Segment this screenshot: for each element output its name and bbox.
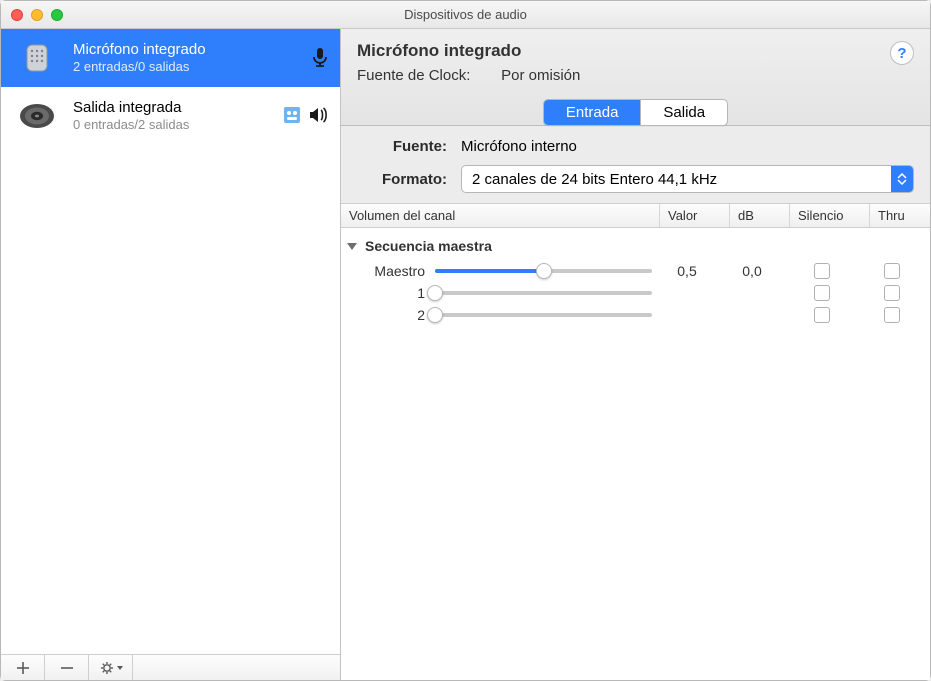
remove-device-button[interactable]: [45, 655, 89, 680]
channel-label: 1: [349, 285, 435, 301]
speaker-icon: [308, 106, 330, 127]
device-sidebar: Micrófono integrado 2 entradas/0 salidas: [1, 29, 341, 680]
add-device-button[interactable]: [1, 655, 45, 680]
tab-input[interactable]: Entrada: [544, 100, 642, 125]
device-item-label: Salida integrada: [73, 98, 268, 118]
device-item-sublabel: 2 entradas/0 salidas: [73, 59, 296, 76]
help-button[interactable]: ?: [890, 41, 914, 65]
channel-label: 2: [349, 307, 435, 323]
speaker-device-icon: [15, 96, 59, 136]
format-panel: Fuente: Micrófono interno Formato: 2 can…: [341, 126, 930, 203]
minimize-window-button[interactable]: [31, 9, 43, 21]
chevron-down-icon: [347, 243, 357, 250]
channel-db: 0,0: [722, 263, 782, 279]
device-item-sublabel: 0 entradas/2 salidas: [73, 117, 268, 134]
source-label: Fuente:: [357, 138, 447, 155]
maximize-window-button[interactable]: [51, 9, 63, 21]
close-window-button[interactable]: [11, 9, 23, 21]
system-icon: [282, 105, 302, 128]
col-header-channel[interactable]: Volumen del canal: [341, 204, 660, 227]
tab-output[interactable]: Salida: [641, 100, 727, 125]
thru-checkbox-master[interactable]: [884, 263, 900, 279]
format-select-value: 2 canales de 24 bits Entero 44,1 kHz: [472, 171, 717, 188]
device-list: Micrófono integrado 2 entradas/0 salidas: [1, 29, 340, 654]
mic-icon: [310, 46, 330, 71]
mute-checkbox-2[interactable]: [814, 307, 830, 323]
col-header-valor[interactable]: Valor: [660, 204, 730, 227]
device-name: Micrófono integrado: [357, 41, 914, 61]
volume-slider-1[interactable]: [435, 291, 652, 295]
channel-label: Maestro: [349, 263, 435, 279]
group-row-master[interactable]: Secuencia maestra: [341, 234, 930, 260]
window-title: Dispositivos de audio: [1, 7, 930, 22]
channel-row-master: Maestro 0,5 0,0: [341, 260, 930, 282]
format-select[interactable]: 2 canales de 24 bits Entero 44,1 kHz: [461, 165, 914, 193]
thru-checkbox-2[interactable]: [884, 307, 900, 323]
col-header-db[interactable]: dB: [730, 204, 790, 227]
channel-table-body: Secuencia maestra Maestro 0,5 0,0 1: [341, 228, 930, 680]
window-controls: [1, 9, 63, 21]
main-panel: Micrófono integrado Fuente de Clock: Por…: [341, 29, 930, 680]
volume-slider-2[interactable]: [435, 313, 652, 317]
channel-row-2: 2: [341, 304, 930, 326]
microphone-device-icon: [15, 38, 59, 78]
channel-table-header: Volumen del canal Valor dB Silencio Thru: [341, 203, 930, 228]
channel-row-1: 1: [341, 282, 930, 304]
device-header: Micrófono integrado Fuente de Clock: Por…: [341, 29, 930, 126]
device-item-label: Micrófono integrado: [73, 40, 296, 60]
device-item-microphone[interactable]: Micrófono integrado 2 entradas/0 salidas: [1, 29, 340, 87]
clock-source-value: Por omisión: [501, 67, 580, 84]
thru-checkbox-1[interactable]: [884, 285, 900, 301]
mute-checkbox-master[interactable]: [814, 263, 830, 279]
clock-source-label: Fuente de Clock:: [357, 67, 497, 84]
group-label: Secuencia maestra: [365, 238, 492, 254]
sidebar-toolbar: [1, 654, 340, 680]
mute-checkbox-1[interactable]: [814, 285, 830, 301]
volume-slider-master[interactable]: [435, 269, 652, 273]
titlebar: Dispositivos de audio: [1, 1, 930, 29]
device-item-output[interactable]: Salida integrada 0 entradas/2 salidas: [1, 87, 340, 145]
format-label: Formato:: [357, 171, 447, 188]
channel-value: 0,5: [652, 263, 722, 279]
col-header-silencio[interactable]: Silencio: [790, 204, 870, 227]
col-header-thru[interactable]: Thru: [870, 204, 930, 227]
chevron-updown-icon: [891, 166, 913, 192]
io-tabs: Entrada Salida: [543, 99, 728, 126]
gear-menu-button[interactable]: [89, 655, 133, 680]
source-value: Micrófono interno: [461, 138, 577, 155]
